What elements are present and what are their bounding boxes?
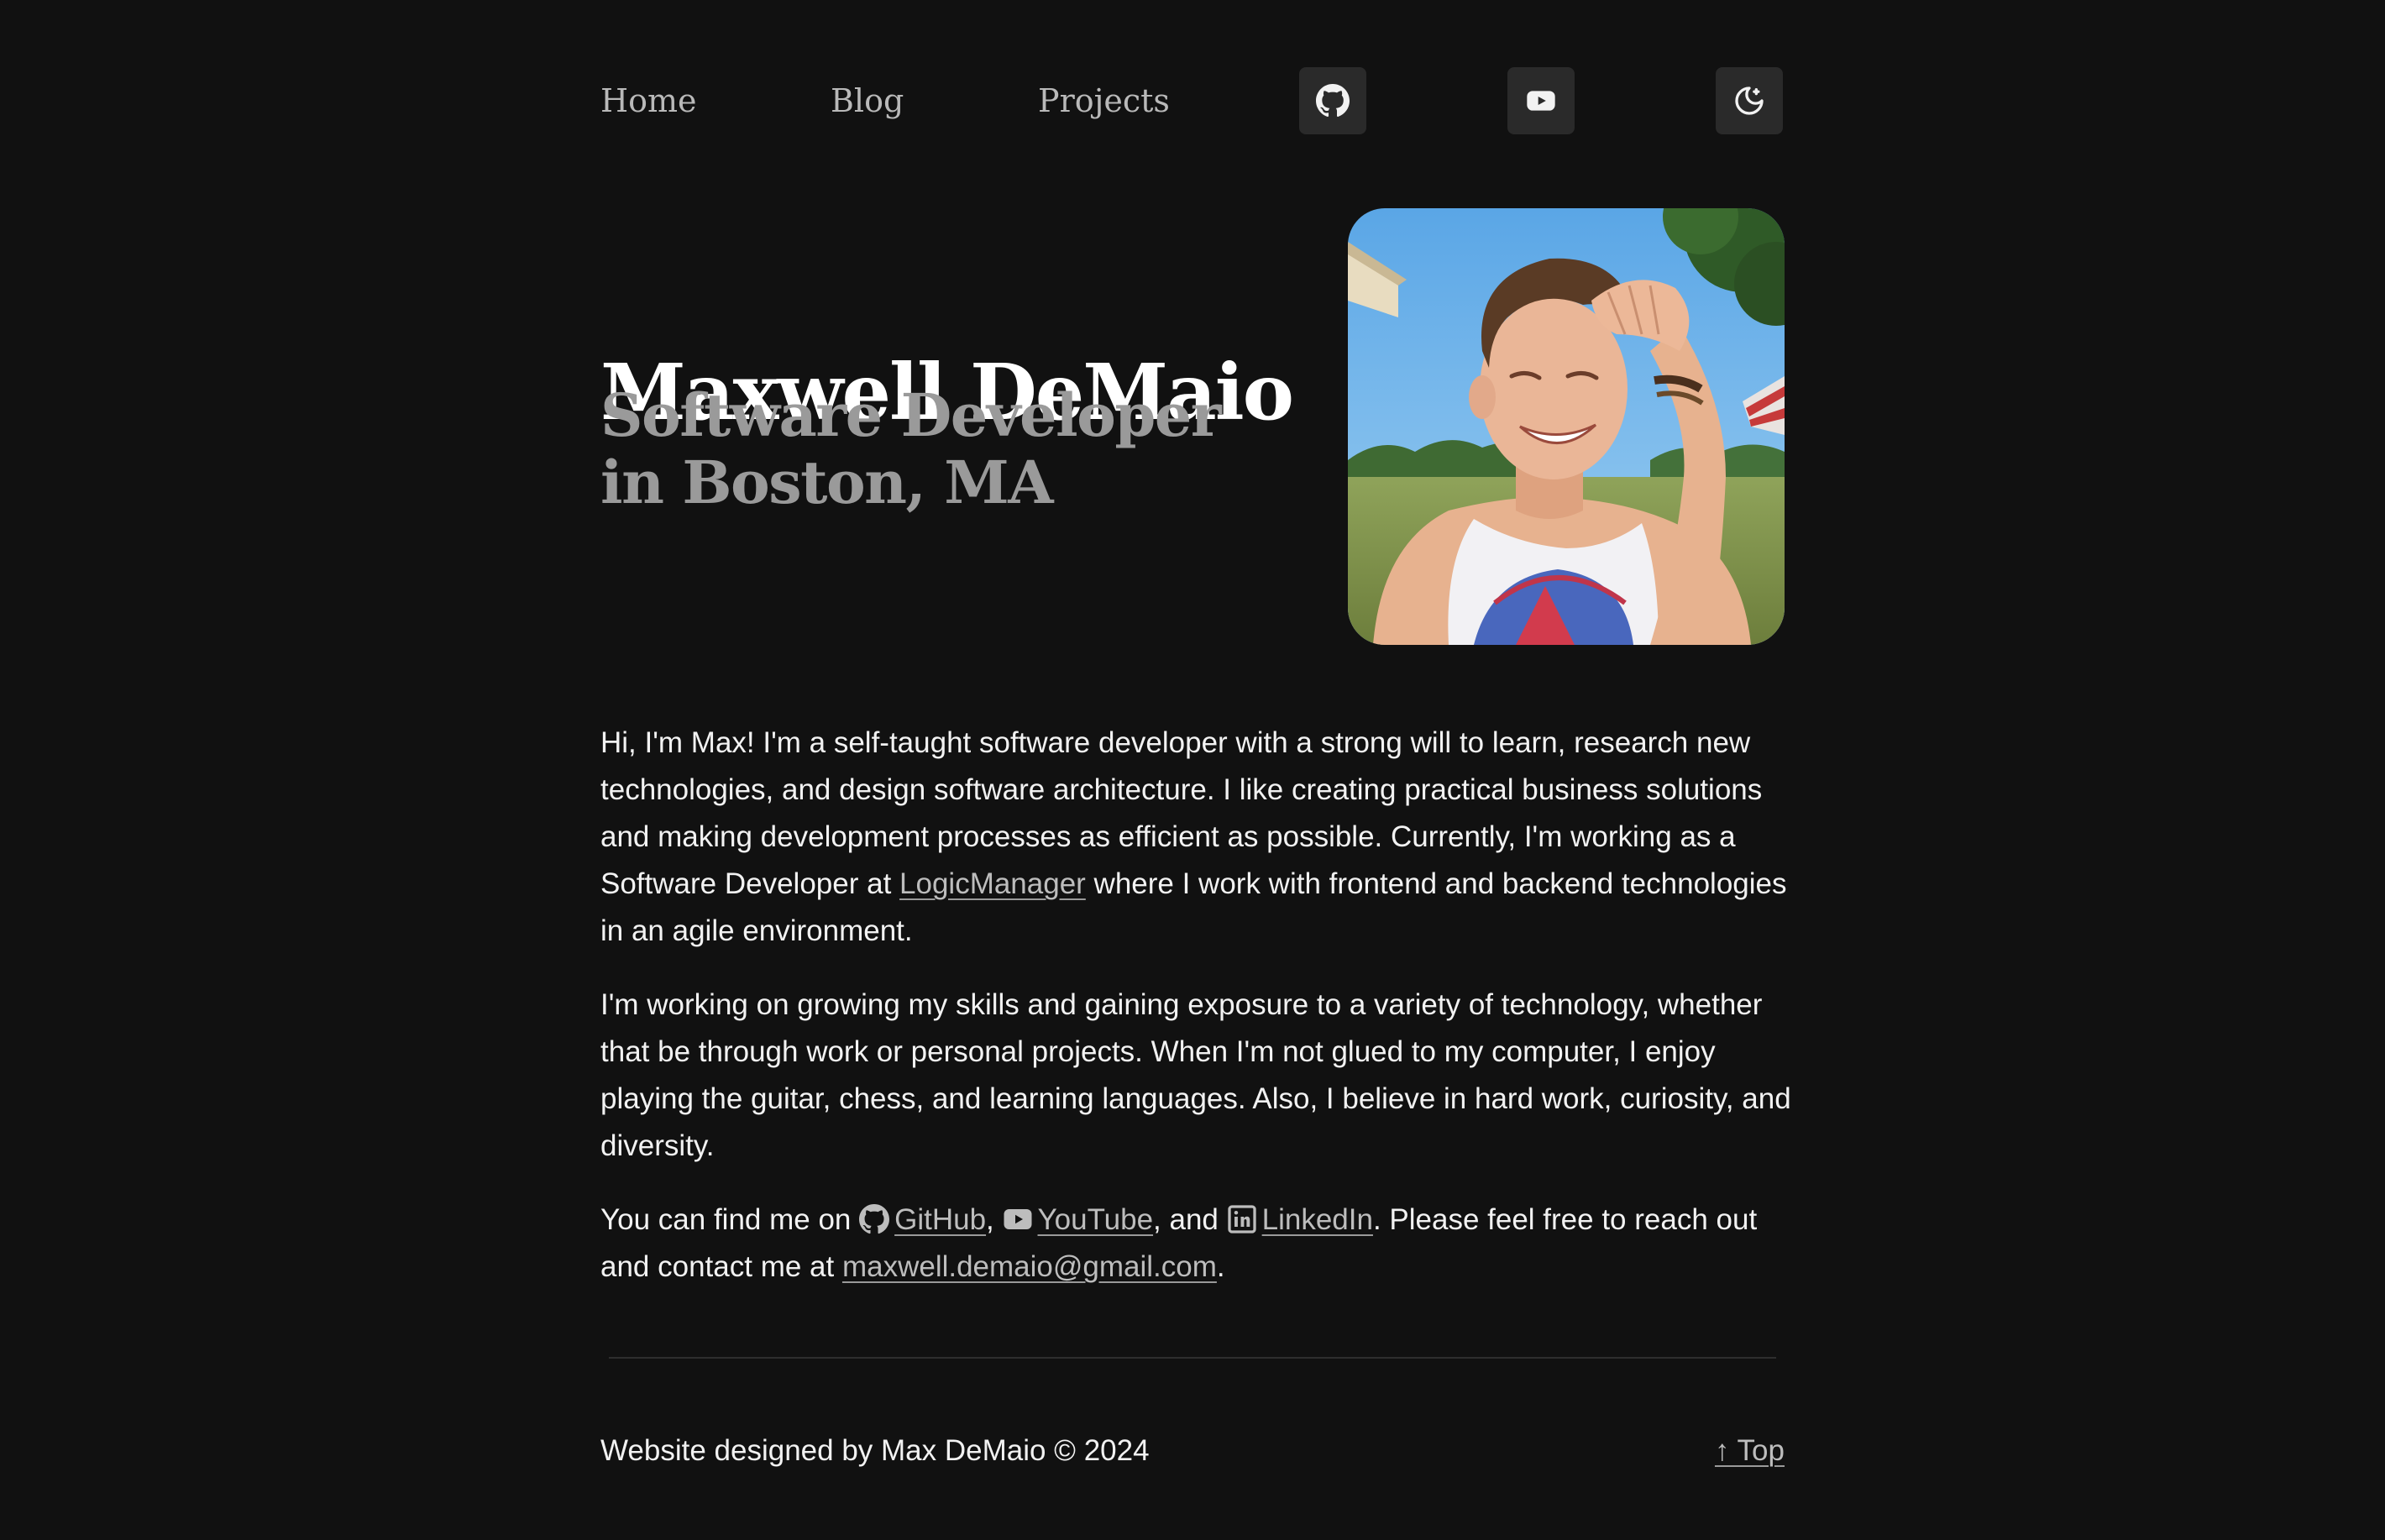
contact-prefix: You can find me on [600, 1203, 860, 1236]
footer-divider [609, 1357, 1776, 1359]
about-paragraph-contact: You can find me on GitHub, YouTube, and … [600, 1197, 1793, 1291]
linkedin-icon [1227, 1204, 1257, 1234]
profile-photo-illustration [1348, 208, 1785, 645]
nav-home-link[interactable]: Home [600, 81, 697, 121]
footer-credit: Website designed by Max DeMaio © 2024 [600, 1434, 1150, 1467]
page-subtitle: Software Developer in Boston, MA [600, 380, 1222, 517]
github-button[interactable] [1299, 67, 1366, 134]
about-paragraph-intro: Hi, I'm Max! I'm a self-taught software … [600, 720, 1793, 955]
nav-blog-link[interactable]: Blog [831, 81, 904, 121]
about-paragraph-interests: I'm working on growing my skills and gai… [600, 988, 1791, 1162]
github-icon [1316, 84, 1350, 118]
youtube-icon [1003, 1204, 1033, 1234]
separator-1: , [986, 1203, 1003, 1236]
github-link-label: GitHub [894, 1203, 987, 1236]
profile-photo [1348, 208, 1785, 645]
youtube-icon [1527, 91, 1555, 111]
back-to-top-link[interactable]: ↑ Top [1715, 1427, 1785, 1475]
moon-icon [1735, 86, 1764, 115]
github-icon [859, 1204, 890, 1234]
logicmanager-link[interactable]: LogicManager [899, 867, 1086, 900]
linkedin-link-label: LinkedIn [1261, 1203, 1373, 1236]
youtube-button[interactable] [1507, 67, 1575, 134]
youtube-link[interactable]: YouTube [1003, 1203, 1154, 1236]
linkedin-link[interactable]: LinkedIn [1227, 1203, 1373, 1236]
nav-projects-link[interactable]: Projects [1038, 81, 1170, 121]
separator-2: , and [1153, 1203, 1227, 1236]
page: Home Blog Projects Maxwell DeMaio Softwa… [600, 0, 1791, 1540]
github-link[interactable]: GitHub [859, 1203, 986, 1236]
contact-end: . [1216, 1250, 1225, 1283]
email-link[interactable]: maxwell.demaio@gmail.com [842, 1250, 1217, 1283]
theme-toggle-button[interactable] [1716, 67, 1783, 134]
top-nav: Home Blog Projects [600, 67, 1785, 134]
youtube-link-label: YouTube [1037, 1203, 1154, 1236]
